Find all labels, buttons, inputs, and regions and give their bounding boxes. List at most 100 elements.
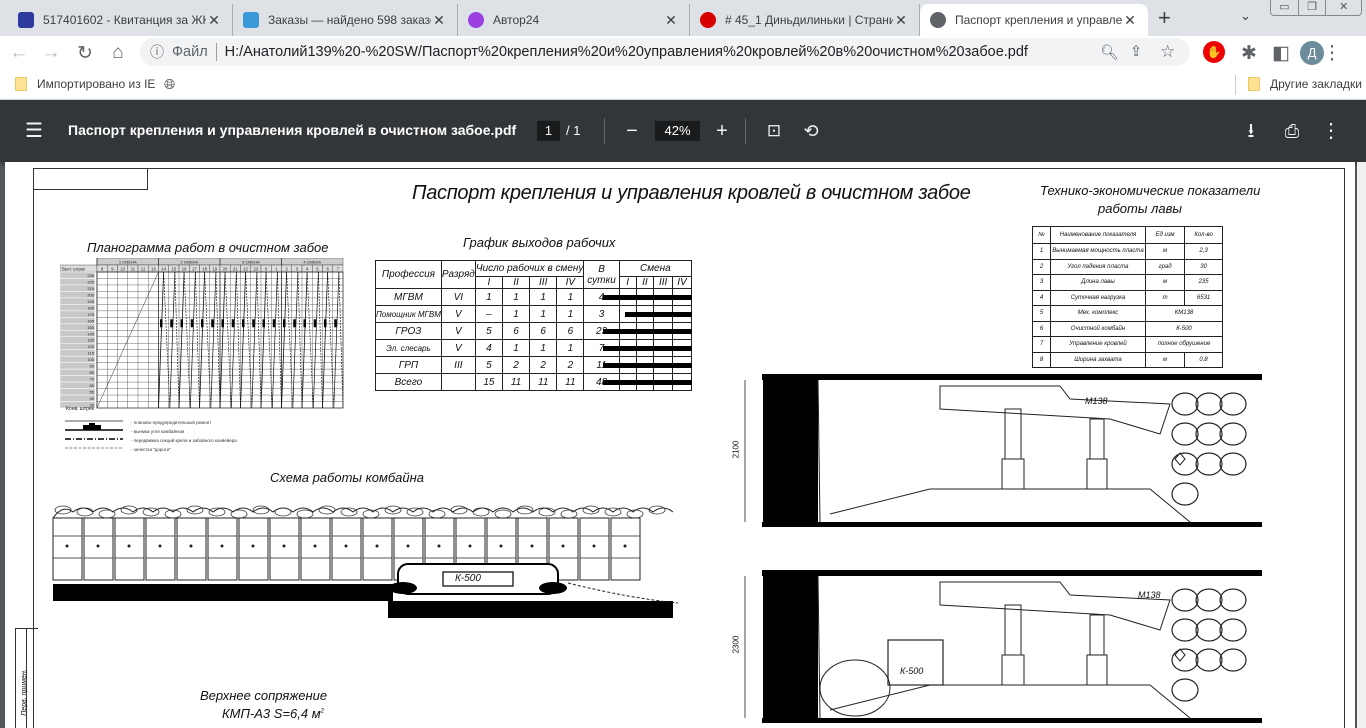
cutting-line	[251, 271, 258, 409]
repair-block	[211, 319, 214, 328]
close-tab-icon[interactable]: ✕	[663, 12, 679, 29]
rotate-icon[interactable]: ⟲	[799, 119, 823, 143]
zoom-out-icon[interactable]: −	[620, 119, 644, 143]
support-section	[331, 517, 362, 581]
support-dot	[313, 544, 317, 548]
support-dot	[220, 544, 224, 548]
section1-label: М138	[1085, 396, 1108, 406]
side-panel-icon[interactable]: ◧	[1270, 42, 1292, 65]
shift-bar	[625, 312, 693, 317]
more-icon[interactable]: ⋮	[1319, 119, 1343, 143]
home-icon[interactable]: ⌂	[107, 42, 129, 64]
adblock-icon[interactable]: ✋	[1203, 41, 1225, 63]
extensions-icon[interactable]: ✱	[1238, 42, 1260, 65]
tab[interactable]: 517401602 - Квитанция за ЖКУ за✕	[8, 4, 233, 36]
support-dot	[96, 544, 100, 548]
advance-line	[277, 271, 282, 409]
cutting-line	[219, 271, 226, 409]
url-text[interactable]: H:/Анатолий139%20-%20SW/Паспорт%20крепле…	[225, 44, 1100, 60]
tab-search-chevron-icon[interactable]: ⌄	[1240, 8, 1251, 24]
repair-block	[201, 319, 204, 328]
cutting-line	[301, 271, 308, 409]
close-tab-icon[interactable]: ✕	[206, 12, 222, 29]
rock	[76, 507, 94, 517]
position-label: 155	[87, 325, 94, 330]
base	[829, 488, 1191, 523]
page-total: / 1	[566, 123, 581, 138]
rock	[1195, 648, 1223, 672]
support-section	[579, 517, 610, 581]
rock	[1171, 648, 1199, 672]
pdf-title: Паспорт крепления и управления кровлей в…	[68, 122, 517, 138]
page-number-input[interactable]: 1	[537, 121, 560, 141]
print-icon[interactable]: ⎙	[1280, 119, 1304, 143]
shift-bar	[603, 295, 693, 300]
advance-line	[256, 271, 262, 409]
bookmarks-bar: Импортировано из IE 🌐︎ Другие закладки	[0, 70, 1366, 100]
marker	[1174, 452, 1186, 466]
cross-section-1	[744, 374, 1262, 527]
zoom-icon[interactable]: 🔍︎	[1100, 44, 1130, 61]
position-label: 85	[90, 370, 95, 375]
download-icon[interactable]: ⭳	[1239, 119, 1263, 143]
support-dot	[251, 544, 255, 548]
close-window-icon[interactable]: ✕	[1326, 0, 1361, 15]
section1-height: 2100	[731, 440, 741, 459]
section2-combine: К-500	[900, 666, 924, 676]
tab[interactable]: Заказы — найдено 598 заказов ✕	[233, 4, 458, 36]
cutting-line	[199, 271, 206, 409]
tab[interactable]: # 45_1 Диньдилиньки | Страница ✕	[690, 4, 920, 36]
bookmark-star-icon[interactable]: ☆	[1160, 42, 1190, 62]
cutting-line	[281, 271, 288, 409]
hamburger-menu-icon[interactable]: ☰	[22, 119, 46, 143]
rock	[384, 505, 402, 515]
hour-label: 23	[254, 267, 259, 272]
section2-label: М138	[1138, 590, 1161, 600]
planogram-title: Планограмма работ в очистном забое	[87, 240, 329, 255]
address-bar[interactable]: ⓘ Файл H:/Анатолий139%20-%20SW/Паспорт%2…	[140, 38, 1190, 66]
close-tab-icon[interactable]: ✕	[893, 12, 909, 29]
marker	[1174, 648, 1186, 662]
cutting-line	[169, 271, 176, 409]
other-bookmarks[interactable]: Другие закладки	[1248, 77, 1362, 91]
rock	[1195, 422, 1223, 446]
back-icon[interactable]: ←	[8, 42, 30, 64]
bookmark-folder-ie[interactable]: Импортировано из IE	[15, 77, 155, 91]
pdf-page: Перв. примен. Паспорт крепления и управл…	[5, 162, 1355, 728]
reload-icon[interactable]: ↻	[74, 42, 96, 65]
tab[interactable]: Автор24 ✕	[458, 4, 690, 36]
tab[interactable]: Паспорт крепления и управлени ✕	[920, 4, 1148, 36]
restore-icon[interactable]: ❐	[1299, 0, 1327, 15]
combine-box	[887, 639, 944, 686]
close-tab-icon[interactable]: ✕	[1122, 12, 1138, 29]
support-dot	[375, 544, 379, 548]
rock	[98, 509, 116, 519]
new-tab-button[interactable]: +	[1158, 5, 1171, 31]
repair-block	[334, 319, 337, 328]
globe-icon[interactable]: 🌐︎	[164, 76, 175, 93]
cutting-line	[230, 271, 237, 409]
repair-block	[231, 319, 235, 328]
tep-row: 3 Длина лавы м 235	[1032, 274, 1223, 291]
rock	[1195, 392, 1223, 416]
hour-label: 17	[192, 267, 197, 272]
info-icon[interactable]: ⓘ	[150, 42, 164, 62]
cutting-line	[292, 271, 299, 409]
zoom-input[interactable]: 42%	[655, 121, 700, 141]
share-icon[interactable]: ⇪	[1130, 44, 1160, 60]
support-section	[114, 517, 145, 581]
support-dot	[158, 544, 162, 548]
forward-icon[interactable]: →	[40, 42, 62, 64]
section2-height: 2300	[731, 635, 741, 654]
legend-item: - выемка угля комбайном	[131, 429, 185, 434]
coal-seam	[763, 576, 818, 718]
menu-icon[interactable]: ⋮	[1321, 42, 1343, 65]
coal-seam	[763, 380, 818, 522]
fit-page-icon[interactable]: ⊡	[762, 119, 786, 143]
scrollbar[interactable]	[1357, 162, 1366, 728]
repair-block	[242, 319, 245, 328]
minimize-icon[interactable]: ▭	[1271, 0, 1299, 15]
close-tab-icon[interactable]: ✕	[431, 12, 447, 29]
position-label: 75	[90, 377, 95, 382]
zoom-in-icon[interactable]: +	[710, 119, 734, 143]
